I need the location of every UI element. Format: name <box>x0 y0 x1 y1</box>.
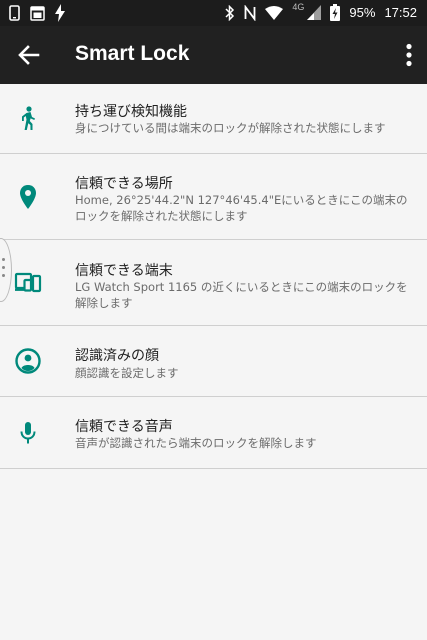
walking-person-icon <box>22 106 35 130</box>
status-bar: 4G 95% 17:52 <box>0 0 427 26</box>
item-subtitle: 音声が認識されたら端末のロックを解除します <box>75 436 317 450</box>
list-item-trusted-devices[interactable]: 信頼できる端末 LG Watch Sport 1165 の近くにいるときにこの端… <box>0 240 427 326</box>
network-type: 4G <box>292 1 305 12</box>
item-subtitle: Home, 26°25'44.2"N 127°46'45.4"Eにいるときにこの… <box>75 193 408 223</box>
clock: 17:52 <box>384 5 417 20</box>
list-item-trusted-places[interactable]: 信頼できる場所 Home, 26°25'44.2"N 127°46'45.4"E… <box>0 154 427 240</box>
more-vert-icon[interactable] <box>405 43 413 67</box>
item-subtitle: 顔認識を設定します <box>75 366 179 380</box>
smart-lock-options-list: 持ち運び検知機能 身につけている間は端末のロックが解除された状態にします 信頼で… <box>0 84 427 469</box>
wifi-icon <box>265 6 284 20</box>
app-bar: Smart Lock <box>0 26 427 84</box>
edge-handle-grip-icon <box>2 258 5 282</box>
item-title: 信頼できる端末 <box>75 263 173 279</box>
item-subtitle: LG Watch Sport 1165 の近くにいるときにこの端末のロックを解除… <box>75 280 408 310</box>
item-title: 認識済みの顔 <box>75 348 159 364</box>
page-title: Smart Lock <box>75 42 190 65</box>
nfc-icon <box>245 4 256 21</box>
item-title: 信頼できる音声 <box>75 419 173 435</box>
item-title: 信頼できる場所 <box>75 176 173 192</box>
location-pin-icon <box>20 185 36 209</box>
item-title: 持ち運び検知機能 <box>75 104 187 120</box>
calendar-icon <box>30 6 45 21</box>
list-item-on-body-detection[interactable]: 持ち運び検知機能 身につけている間は端末のロックが解除された状態にします <box>0 84 427 154</box>
microphone-icon <box>20 422 36 444</box>
face-icon <box>15 348 41 374</box>
signal-icon <box>307 5 322 20</box>
devices-icon <box>14 272 42 293</box>
back-arrow-icon[interactable] <box>16 42 42 68</box>
phone-icon <box>9 5 20 21</box>
list-item-trusted-face[interactable]: 認識済みの顔 顔認識を設定します <box>0 326 427 397</box>
battery-percent: 95% <box>349 5 376 20</box>
list-item-trusted-voice[interactable]: 信頼できる音声 音声が認識されたら端末のロックを解除します <box>0 397 427 469</box>
bluetooth-icon <box>225 4 235 21</box>
flash-icon <box>55 4 65 22</box>
battery-icon <box>330 4 341 21</box>
item-subtitle: 身につけている間は端末のロックが解除された状態にします <box>75 121 386 135</box>
